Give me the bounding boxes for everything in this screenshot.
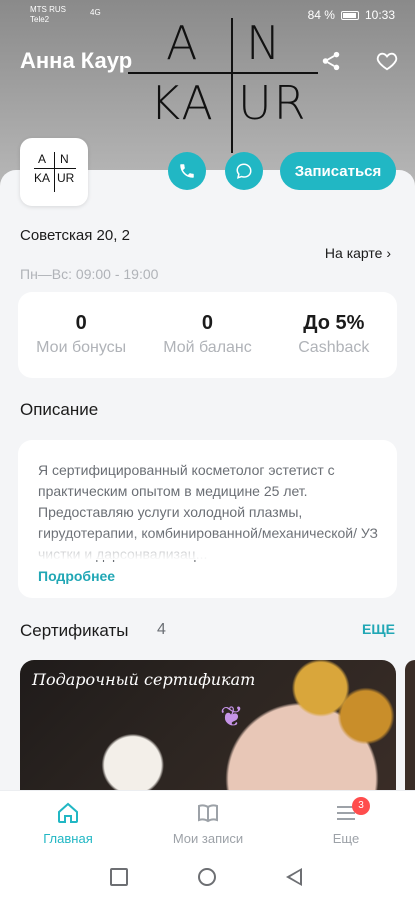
logo-letter: UR <box>238 76 308 130</box>
stat-label: Мой баланс <box>163 339 252 356</box>
stat-cashback[interactable]: До 5% Cashback <box>271 292 397 378</box>
stat-bonuses[interactable]: 0 Мои бонусы <box>18 292 144 378</box>
logo-divider <box>231 18 233 153</box>
logo-divider <box>34 168 76 169</box>
logo-letter: UR <box>57 171 75 185</box>
battery-icon <box>340 10 359 20</box>
book-icon <box>148 801 268 827</box>
page-title: Анна Каур <box>20 48 133 73</box>
read-more-link[interactable]: Подробнее <box>38 568 115 584</box>
stat-value: До 5% <box>303 312 365 334</box>
logo-letter: KA <box>150 76 215 130</box>
back-button[interactable] <box>286 868 302 886</box>
logo-letter: N <box>246 16 283 70</box>
stat-label: Мои бонусы <box>36 339 127 356</box>
network-type: 4G <box>90 8 101 17</box>
description-fade <box>18 534 397 560</box>
address: Советская 20, 2 <box>20 227 130 244</box>
salon-avatar: A N KA UR <box>20 138 88 206</box>
call-button[interactable] <box>168 152 206 190</box>
nav-label: Еще <box>332 831 360 846</box>
logo-letter: A <box>38 152 47 166</box>
nav-label: Мои записи <box>172 831 244 846</box>
book-button[interactable]: Записаться <box>280 152 396 190</box>
working-hours: Пн—Вс: 09:00 - 19:00 <box>20 266 159 282</box>
clock: 10:33 <box>364 8 395 22</box>
certificates-count: 4 <box>157 621 166 638</box>
stats-card: 0 Мои бонусы 0 Мой баланс До 5% Cashback <box>18 292 397 378</box>
chat-icon <box>236 163 252 179</box>
stat-value: 0 <box>75 312 87 334</box>
share-icon[interactable] <box>319 50 343 74</box>
certificates-heading: Сертификаты <box>20 621 129 640</box>
butterfly-icon: ❦ <box>220 701 244 732</box>
bottom-nav: Главная Мои записи 3 Еще <box>0 790 415 854</box>
chat-button[interactable] <box>225 152 263 190</box>
stat-label: Cashback <box>298 339 370 356</box>
recent-apps-button[interactable] <box>110 868 128 886</box>
carrier-2: Tele2 <box>30 15 50 24</box>
certificate-card-next[interactable] <box>405 660 415 800</box>
description-heading: Описание <box>20 400 99 419</box>
heart-icon[interactable] <box>375 50 399 74</box>
description-card: Я сертифицированный косметолог эстетист … <box>18 440 397 598</box>
map-link[interactable]: На карте › <box>325 245 391 261</box>
carrier-1: MTS RUS <box>30 5 66 14</box>
notification-badge: 3 <box>352 797 370 815</box>
nav-home[interactable]: Главная <box>8 801 128 846</box>
menu-icon <box>286 801 406 827</box>
system-nav-bar <box>0 854 415 900</box>
home-button[interactable] <box>198 868 216 886</box>
certificate-title: Подарочный сертификат <box>32 670 256 689</box>
nav-more[interactable]: 3 Еще <box>286 797 406 846</box>
certificate-card[interactable]: Подарочный сертификат ❦ <box>20 660 396 800</box>
see-all-link[interactable]: ЕЩЕ <box>362 621 395 637</box>
logo-divider <box>128 72 318 74</box>
phone-icon <box>180 164 194 178</box>
logo-letter: KA <box>34 171 51 185</box>
logo-divider <box>54 152 55 192</box>
nav-label: Главная <box>43 831 93 846</box>
logo-letter: N <box>60 152 69 166</box>
brand-logo: A N KA UR <box>128 16 318 153</box>
nav-bookings[interactable]: Мои записи <box>148 801 268 846</box>
stat-balance[interactable]: 0 Мой баланс <box>144 292 270 378</box>
carrier-info: MTS RUS Tele2 <box>30 5 66 25</box>
home-icon <box>8 801 128 827</box>
status-right: 84 % 10:33 <box>308 8 395 22</box>
stat-value: 0 <box>201 312 214 334</box>
logo-letter: A <box>166 16 200 70</box>
